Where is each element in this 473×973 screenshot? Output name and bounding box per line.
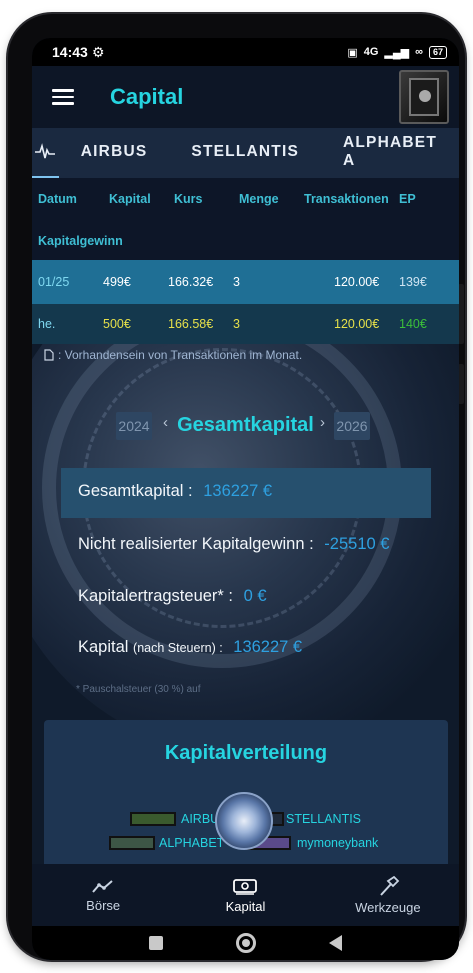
cell-transaktionen: 120.00€	[334, 317, 380, 331]
next-year-button[interactable]: 2026	[334, 412, 370, 440]
cell-kurs: 166.32€	[168, 275, 214, 289]
menu-icon[interactable]	[52, 85, 74, 109]
nav-item-kapital[interactable]: Kapital	[174, 864, 316, 926]
transaction-note: : Vorhandensein von Transaktionen im Mon…	[44, 348, 302, 362]
header-ep: EP	[399, 192, 416, 206]
cell-ep: 139€	[399, 275, 427, 289]
hammer-icon	[380, 875, 400, 896]
cell-datum: 01/25	[38, 275, 70, 289]
legend-label-stellantis: STELLANTIS	[286, 812, 362, 826]
tab-stellantis[interactable]: STELLANTIS	[169, 128, 321, 178]
chevron-right-icon[interactable]: ›	[320, 414, 325, 431]
legend-label-mymoneybank: mymoneybank	[297, 836, 379, 850]
note-text: : Vorhandensein von Transaktionen im Mon…	[58, 348, 303, 362]
cell-kurs: 166.58€	[168, 317, 214, 331]
nav-label-werkzeuge: Werkzeuge	[355, 899, 421, 915]
distribution-title: Kapitalverteilung	[164, 742, 328, 764]
nav-label-kapital: Kapital	[225, 898, 266, 914]
bottom-nav: Börse Kapital Werkzeuge	[32, 864, 459, 926]
money-icon	[233, 878, 258, 895]
home-icon[interactable]	[235, 933, 256, 953]
table-header: Datum Kapital Kurs Menge Transaktionen E…	[32, 178, 459, 260]
section-title: Gesamtkapital	[177, 414, 314, 436]
header-kapitalgewinn: Kapitalgewinn	[38, 234, 123, 248]
tab-airbus[interactable]: AIRBUS	[59, 128, 170, 178]
header-kapital: Kapital	[109, 192, 151, 206]
nav-item-boerse[interactable]: Börse	[32, 864, 174, 926]
legend-swatch-airbus	[130, 812, 176, 826]
unrealized-gain-value: -25510 €	[324, 535, 390, 553]
capital-sub-label: (nach Steuern) :	[133, 641, 223, 655]
safe-icon[interactable]	[399, 70, 449, 124]
cell-kapital: 500€	[103, 317, 131, 331]
phone-frame: 14:43 ⚙ ▣ 4G ▂▄▆ ∞ 67 Capital AIRBUS STE…	[8, 14, 465, 960]
app-title: Capital	[110, 84, 184, 109]
header-datum: Datum	[38, 192, 77, 206]
capital-label: Kapital	[78, 638, 129, 656]
cell-kapital: 499€	[103, 275, 131, 289]
chart-line-icon	[92, 879, 113, 893]
app-bar: Capital	[32, 66, 459, 128]
gesamtkapital-label: Gesamtkapital :	[78, 482, 193, 500]
tab-alphabet-a[interactable]: ALPHABET A	[321, 128, 459, 178]
cell-menge: 3	[233, 317, 240, 331]
hotspot-icon: ∞	[415, 46, 423, 58]
legend-label-alphabet: ALPHABET	[159, 836, 225, 850]
back-icon[interactable]	[329, 935, 343, 951]
network-label: 4G	[363, 46, 379, 58]
header-menge: Menge	[239, 192, 279, 206]
header-transaktionen: Transaktionen	[304, 192, 389, 206]
system-nav-bar	[32, 926, 459, 960]
unrealized-gain-label: Nicht realisierter Kapitalgewinn :	[78, 535, 314, 553]
table-row[interactable]: he. 500€ 166.58€ 3 120.00€ 140€	[32, 304, 459, 344]
cell-ep: 140€	[399, 317, 427, 331]
vibrate-icon: ▣	[347, 46, 358, 59]
settings-gear-icon: ⚙	[91, 43, 105, 60]
header-kurs: Kurs	[174, 192, 203, 206]
signal-icon: ▂▄▆	[384, 46, 410, 59]
floating-action-icon[interactable]	[215, 792, 273, 850]
gesamtkapital-value: 136227 €	[203, 482, 273, 500]
cell-transaktionen: 120.00€	[334, 275, 380, 289]
status-time: 14:43	[52, 44, 88, 60]
capital-value: 136227 €	[233, 638, 303, 656]
cell-datum: he.	[38, 317, 56, 331]
table-row[interactable]: 01/25 499€ 166.32€ 3 120.00€ 139€	[32, 260, 459, 304]
stock-tabs: AIRBUS STELLANTIS ALPHABET A	[32, 128, 459, 178]
legend-swatch-alphabet	[109, 836, 155, 850]
tax-value: 0 €	[243, 587, 267, 605]
nav-item-werkzeuge[interactable]: Werkzeuge	[317, 864, 459, 926]
document-icon	[44, 349, 54, 361]
cell-menge: 3	[233, 275, 240, 289]
tax-footnote: * Pauschalsteuer (30 %) auf	[76, 684, 201, 695]
battery-icon: 67	[428, 45, 447, 59]
gesamtkapital-row: Gesamtkapital : 136227 €	[78, 482, 272, 501]
tax-row: Kapitalertragsteuer* : 0 €	[78, 587, 267, 606]
status-bar: 14:43 ⚙ ▣ 4G ▂▄▆ ∞ 67	[32, 38, 459, 66]
pulse-icon[interactable]	[32, 128, 59, 178]
recent-apps-icon[interactable]	[148, 936, 163, 950]
unrealized-gain-row: Nicht realisierter Kapitalgewinn : -2551…	[78, 535, 389, 554]
nav-label-boerse: Börse	[86, 897, 121, 913]
tax-label: Kapitalertragsteuer* :	[78, 587, 234, 605]
capital-after-tax-row: Kapital (nach Steuern) : 136227 €	[78, 638, 302, 657]
app-screen: 14:43 ⚙ ▣ 4G ▂▄▆ ∞ 67 Capital AIRBUS STE…	[32, 38, 459, 960]
